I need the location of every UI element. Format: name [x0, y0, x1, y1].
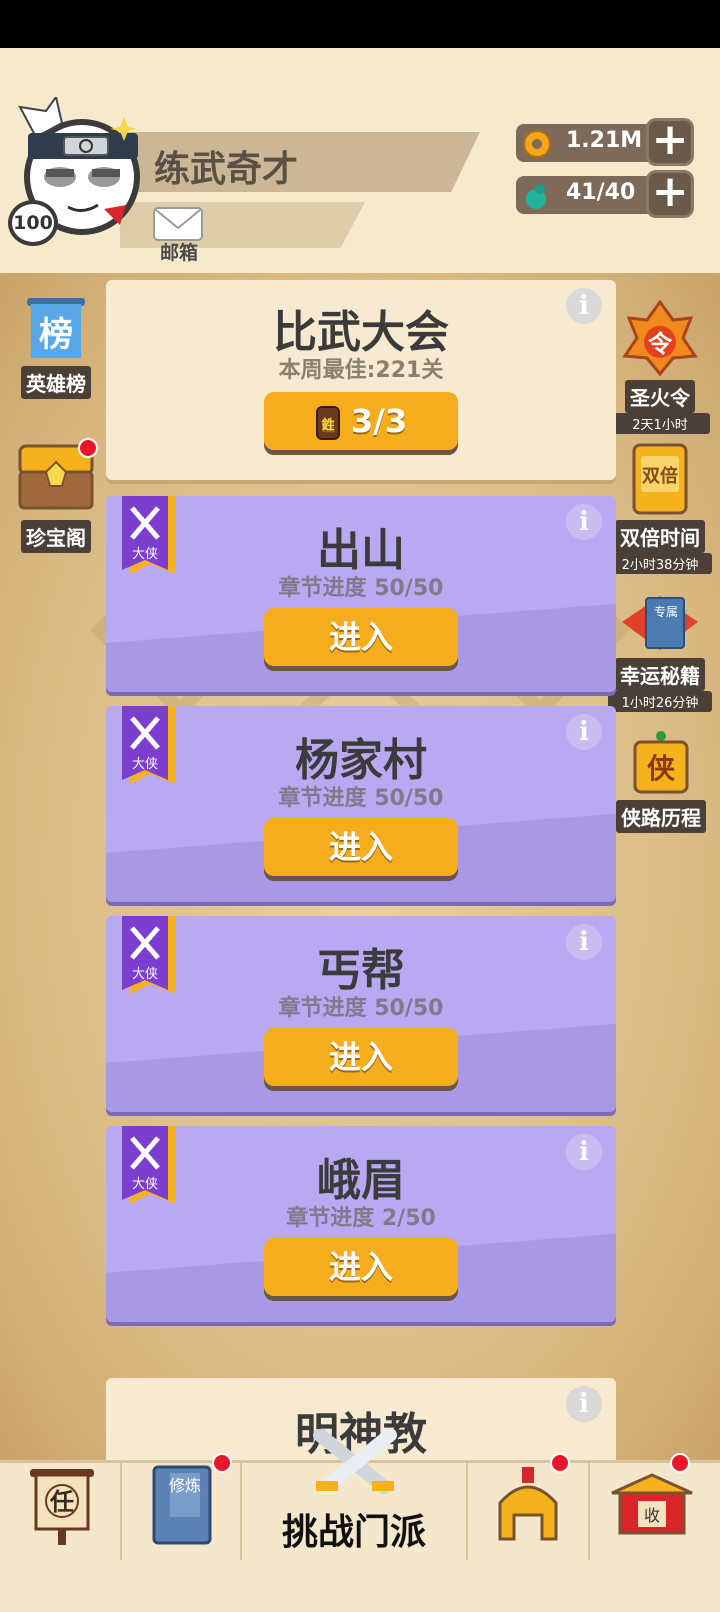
mail-label[interactable]: 邮箱 — [160, 238, 198, 265]
sacred-flame-order-button[interactable]: 令 圣火令 2天1小时 — [610, 299, 710, 434]
hero-ranking-label: 英雄榜 — [21, 366, 91, 399]
collect-icon-text: 收 — [644, 1506, 660, 1525]
double-time-timer: 2小时38分钟 — [608, 553, 712, 574]
enter-chapter-button[interactable]: 进入 — [264, 1028, 458, 1086]
pavilion-collect-icon: 收 — [611, 1473, 693, 1535]
chapter-progress: 章节进度 2/50 — [286, 1206, 436, 1231]
notification-dot — [550, 1453, 570, 1473]
hero-ranking-button[interactable]: 榜 英雄榜 — [14, 296, 98, 399]
ticket-icon: 鉎 — [315, 406, 340, 440]
double-time-label: 双倍时间 — [615, 520, 705, 553]
tournament-ticket-button[interactable]: 鉎 3/3 — [264, 392, 458, 450]
chapter-title: 峨眉 — [317, 1155, 405, 1206]
notification-dot — [212, 1453, 232, 1473]
tab-equipment[interactable] — [468, 1453, 590, 1563]
coin-icon — [523, 130, 551, 158]
tab-challenge-sect[interactable]: 挑战门派 — [242, 1429, 468, 1563]
chapter-card[interactable]: 大侠 i 杨家村 章节进度 50/50 进入 — [106, 706, 616, 902]
chapter-card[interactable]: 大侠 i 丐帮 章节进度 50/50 进入 — [106, 916, 616, 1112]
lucky-manual-timer: 1小时26分钟 — [608, 691, 712, 712]
player-name: 练武奇才 — [154, 149, 299, 190]
enter-chapter-button[interactable]: 进入 — [264, 608, 458, 666]
double-icon-text: 双倍 — [642, 465, 678, 487]
helmet-icon — [498, 1467, 558, 1541]
train-icon-text: 修炼 — [169, 1476, 201, 1495]
flame-order-icon: 令 — [622, 299, 698, 377]
flame-icon-text: 令 — [648, 330, 673, 358]
journey-emblem-icon: 侠 — [633, 731, 689, 794]
tournament-tickets: 3/3 — [350, 402, 408, 440]
hero-journey-label: 侠路历程 — [616, 800, 706, 833]
ranking-icon-text: 榜 — [39, 315, 73, 355]
double-card-icon: 双倍 — [632, 443, 688, 515]
tab-tasks[interactable]: 任 — [0, 1463, 122, 1563]
journey-icon-text: 侠 — [647, 752, 676, 785]
chapter-title: 杨家村 — [295, 735, 427, 786]
chapter-progress: 章节进度 50/50 — [278, 786, 444, 811]
status-bar — [0, 0, 720, 48]
tournament-best: 本周最佳:221关 — [278, 358, 444, 383]
chapter-title: 出山 — [317, 525, 405, 576]
ticket-icon-text: 鉎 — [321, 417, 334, 433]
add-energy-button[interactable]: + — [646, 170, 694, 218]
ranking-scroll-icon: 榜 — [27, 298, 85, 358]
task-scroll-icon: 任 — [30, 1469, 94, 1545]
energy-counter: 41/40 + — [516, 170, 694, 218]
chapter-progress: 章节进度 50/50 — [278, 576, 444, 601]
task-icon-text: 任 — [49, 1488, 74, 1516]
tab-training[interactable]: 修炼 — [122, 1453, 242, 1563]
notification-dot — [78, 438, 98, 458]
chapter-title: 丐帮 — [317, 945, 405, 996]
enter-chapter-button[interactable]: 进入 — [264, 818, 458, 876]
add-coins-button[interactable]: + — [646, 118, 694, 166]
chapter-card[interactable]: 大侠 i 峨眉 章节进度 2/50 进入 — [106, 1126, 616, 1322]
notification-dot — [670, 1453, 690, 1473]
energy-gourd-icon — [526, 184, 546, 209]
sacred-flame-timer: 2天1小时 — [610, 413, 710, 434]
lucky-icon-text: 专属 — [654, 604, 678, 619]
double-time-button[interactable]: 双倍 双倍时间 2小时38分钟 — [608, 442, 712, 574]
energy-value: 41/40 — [566, 180, 636, 205]
tab-collect[interactable]: 收 — [590, 1453, 720, 1563]
chapter-card[interactable]: 大侠 i 出山 章节进度 50/50 进入 — [106, 496, 616, 692]
system-navigation-bar — [0, 1560, 720, 1612]
treasure-pavilion-label: 珍宝阁 — [21, 520, 91, 553]
level-badge: 100 — [8, 200, 58, 246]
lucky-manual-label: 幸运秘籍 — [615, 658, 705, 691]
tournament-card[interactable]: i 比武大会 本周最佳:221关 鉎 3/3 — [106, 280, 616, 480]
training-book-icon: 修炼 — [152, 1465, 212, 1545]
challenge-sect-label: 挑战门派 — [281, 1512, 426, 1553]
coin-value: 1.21M — [566, 128, 643, 153]
sacred-flame-label: 圣火令 — [625, 380, 695, 413]
hero-journey-button[interactable]: 侠 侠路历程 — [612, 730, 710, 833]
chapter-progress: 章节进度 50/50 — [278, 996, 444, 1021]
lucky-manual-button[interactable]: 专属 幸运秘籍 1小时26分钟 — [608, 592, 712, 712]
coin-counter: 1.21M + — [516, 118, 694, 166]
treasure-pavilion-button[interactable]: 珍宝阁 — [12, 436, 100, 553]
bottom-navigation: 任 修炼 挑战门派 收 — [0, 1429, 720, 1563]
lucky-book-icon: 专属 — [622, 596, 698, 650]
tournament-title: 比武大会 — [273, 307, 449, 358]
crossed-swords-icon — [313, 1429, 397, 1494]
enter-chapter-button[interactable]: 进入 — [264, 1238, 458, 1296]
